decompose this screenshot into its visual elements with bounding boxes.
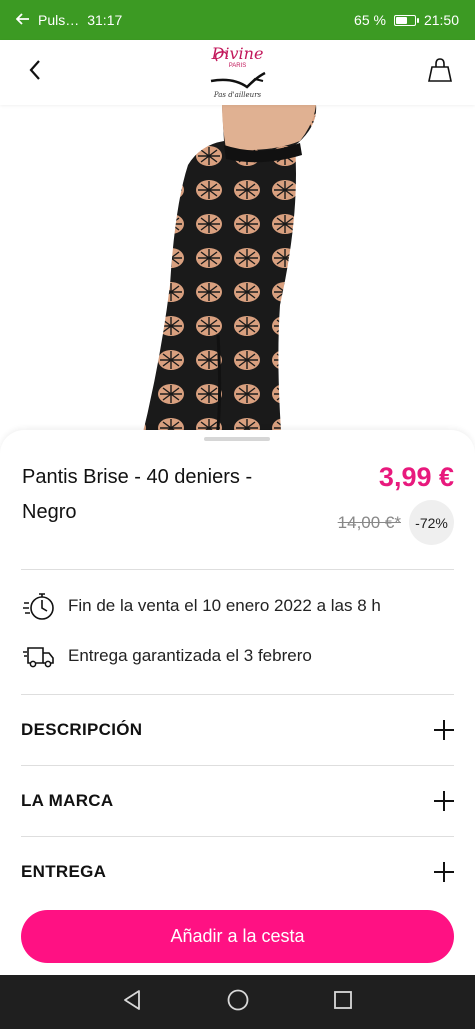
delivery-truck-icon xyxy=(22,641,56,671)
app-header: Divine PARIS Pas d'ailleurs xyxy=(0,40,475,105)
divider xyxy=(21,569,454,570)
delivery-text: Entrega garantizada el 3 febrero xyxy=(68,646,312,665)
system-nav-bar xyxy=(0,975,475,1029)
divider xyxy=(21,694,454,695)
accordion-delivery[interactable]: ENTREGA xyxy=(21,839,454,905)
accordion-label: LA MARCA xyxy=(21,791,114,810)
nav-recents-button[interactable] xyxy=(323,982,363,1022)
plus-icon xyxy=(434,720,454,740)
plus-icon xyxy=(434,791,454,811)
triangle-back-icon xyxy=(122,989,144,1016)
tights-photo xyxy=(140,105,317,445)
accordion-label: DESCRIPCIÓN xyxy=(21,720,143,739)
logo-tagline: Pas d'ailleurs xyxy=(213,91,262,99)
delivery-row: Entrega garantizada el 3 febrero xyxy=(22,641,312,671)
plus-icon xyxy=(434,862,454,882)
back-button[interactable] xyxy=(18,56,52,90)
accordion-label: ENTREGA xyxy=(21,862,107,881)
add-to-cart-button[interactable]: Añadir a la cesta xyxy=(21,910,454,963)
divider xyxy=(21,836,454,837)
arrow-left-icon xyxy=(15,12,30,28)
logo-wordmark: Divine xyxy=(211,44,264,63)
ongoing-call-indicator[interactable]: Puls… 31:17 xyxy=(15,12,123,28)
call-timer: 31:17 xyxy=(87,12,123,28)
battery-percent: 65 % xyxy=(354,12,386,28)
shopping-bag-icon xyxy=(426,56,454,89)
sale-end-row: Fin de la venta el 10 enero 2022 a las 8… xyxy=(22,591,381,621)
brand-logo[interactable]: Divine PARIS Pas d'ailleurs xyxy=(203,44,273,99)
circle-home-icon xyxy=(226,988,250,1017)
logo-sub: PARIS xyxy=(228,63,247,69)
divider xyxy=(21,765,454,766)
status-bar: Puls… 31:17 65 % 21:50 xyxy=(0,0,475,40)
product-photo[interactable] xyxy=(0,105,475,445)
sale-end-text: Fin de la venta el 10 enero 2022 a las 8… xyxy=(68,596,381,615)
nav-back-button[interactable] xyxy=(113,982,153,1022)
call-app-label: Puls… xyxy=(38,12,80,28)
clock: 21:50 xyxy=(423,12,459,28)
discount-badge: -72% xyxy=(409,500,454,545)
square-recents-icon xyxy=(332,989,354,1016)
product-title: Pantis Brise - 40 deniers - Negro xyxy=(22,466,253,523)
sheet-drag-handle[interactable] xyxy=(204,437,270,441)
battery-icon xyxy=(393,14,419,26)
product-price: 3,99 € xyxy=(378,462,454,492)
stopwatch-icon xyxy=(22,591,56,621)
nav-home-button[interactable] xyxy=(218,982,258,1022)
accordion-description[interactable]: DESCRIPCIÓN xyxy=(21,697,454,763)
accordion-brand[interactable]: LA MARCA xyxy=(21,768,454,834)
cart-button[interactable] xyxy=(423,56,457,90)
chevron-left-icon xyxy=(28,59,42,86)
original-price: 14,00 €* xyxy=(337,512,401,532)
